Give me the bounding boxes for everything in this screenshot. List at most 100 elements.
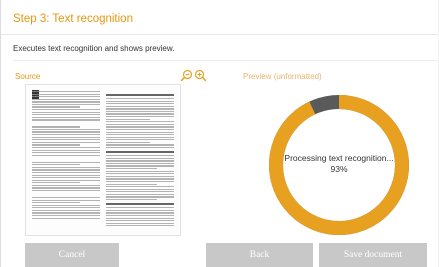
text-line — [106, 108, 174, 110]
text-line — [106, 220, 174, 222]
text-line — [106, 131, 174, 133]
text-line — [106, 175, 174, 177]
text-line — [106, 222, 174, 224]
back-button[interactable]: Back — [206, 243, 313, 267]
zoom-in-icon[interactable] — [194, 69, 207, 82]
text-line — [32, 106, 80, 108]
text-line — [32, 144, 80, 146]
save-document-button[interactable]: Save document — [319, 243, 427, 267]
preview-label: Preview (unformatted) — [243, 72, 322, 81]
text-line — [106, 134, 174, 136]
text-line — [106, 141, 151, 144]
text-line — [106, 207, 174, 209]
progress-status: Processing text recognition... — [284, 153, 394, 163]
text-line — [106, 105, 174, 107]
text-line — [32, 164, 80, 166]
text-line — [32, 103, 100, 106]
text-line — [32, 215, 100, 217]
text-line — [106, 128, 174, 131]
text-line — [32, 136, 100, 138]
text-line — [32, 152, 100, 154]
text-line — [32, 128, 100, 131]
text-line — [106, 94, 174, 96]
text-column-left — [32, 91, 100, 220]
text-line — [106, 188, 174, 190]
text-line — [32, 101, 100, 103]
text-line — [106, 123, 174, 125]
source-page-preview[interactable] — [25, 84, 181, 236]
text-line — [32, 154, 100, 156]
text-line — [32, 184, 100, 187]
text-line — [106, 186, 174, 188]
text-line — [32, 161, 100, 163]
text-line — [106, 193, 174, 196]
text-line — [32, 166, 100, 168]
text-line — [32, 212, 100, 214]
text-line — [106, 191, 174, 193]
text-line — [106, 168, 157, 170]
text-line — [106, 214, 174, 217]
text-line — [106, 121, 174, 123]
text-line — [32, 93, 100, 95]
text-line — [32, 196, 100, 199]
source-label: Source — [15, 72, 41, 81]
text-line — [32, 190, 100, 192]
text-line — [32, 109, 100, 111]
text-line — [32, 177, 100, 179]
text-line — [32, 179, 100, 181]
text-line — [32, 91, 100, 93]
text-line — [106, 113, 174, 115]
text-line — [106, 173, 174, 175]
text-line — [106, 183, 157, 185]
wizard-panel: Step 3: Text recognition Executes text r… — [0, 0, 438, 267]
text-line — [106, 110, 174, 113]
text-line — [32, 116, 100, 118]
text-line — [32, 209, 100, 212]
text-line — [32, 171, 100, 174]
text-line — [106, 116, 174, 118]
text-line — [32, 204, 100, 206]
text-line — [106, 136, 174, 138]
text-line — [32, 146, 100, 149]
text-line — [106, 139, 174, 141]
zoom-out-icon[interactable] — [180, 69, 193, 82]
text-line — [32, 98, 100, 100]
text-line — [32, 193, 100, 196]
description-divider — [13, 60, 438, 61]
text-line — [106, 178, 174, 180]
text-line — [106, 165, 174, 167]
text-line — [106, 146, 174, 149]
text-line — [32, 169, 100, 171]
text-line — [106, 144, 174, 146]
text-line — [106, 203, 174, 206]
text-line — [32, 141, 100, 143]
text-line — [32, 157, 100, 160]
text-line — [106, 209, 174, 211]
text-line — [32, 114, 100, 116]
progress-ring: Processing text recognition... 93% — [267, 93, 411, 237]
text-line — [106, 212, 174, 214]
text-line — [32, 187, 100, 189]
step-description: Executes text recognition and shows prev… — [13, 44, 175, 53]
text-line — [32, 139, 100, 141]
text-line — [106, 155, 174, 157]
text-line — [106, 118, 151, 120]
text-line — [106, 157, 174, 159]
text-line — [32, 131, 100, 133]
cancel-button[interactable]: Cancel — [25, 243, 119, 267]
text-line — [106, 217, 174, 219]
text-line — [106, 180, 174, 183]
text-line — [106, 103, 174, 105]
text-line — [32, 182, 80, 184]
text-line — [106, 151, 174, 154]
text-line — [106, 160, 174, 162]
text-line — [32, 122, 100, 125]
text-line — [32, 96, 100, 98]
text-line — [106, 126, 174, 128]
text-column-right — [106, 91, 174, 228]
text-line — [106, 162, 174, 165]
text-line — [32, 207, 100, 209]
text-line — [32, 134, 100, 136]
text-line — [106, 100, 174, 102]
text-line — [106, 170, 174, 172]
